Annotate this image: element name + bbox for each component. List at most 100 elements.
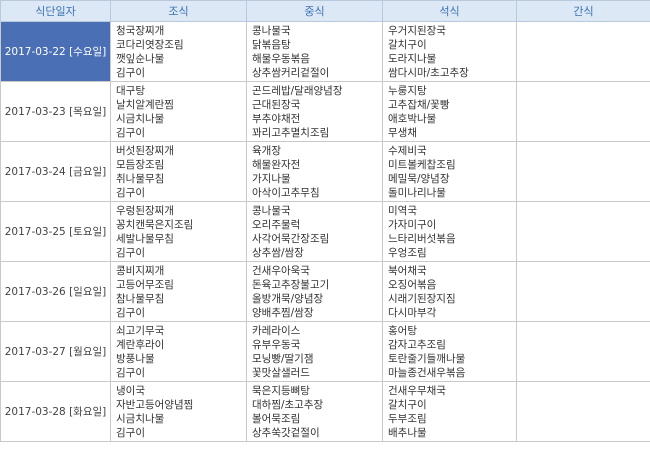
menu-item: 유부우동국 bbox=[252, 338, 301, 351]
breakfast-cell: 버섯된장찌개 모듬장조림 취나물무침 김구이 bbox=[110, 141, 247, 202]
table-row: 2017-03-26 [일요일] 콩비지찌개 고등어무조림 참나물무침 김구이 건새우아욱… bbox=[0, 261, 650, 322]
menu-item: 사각어묵간장조림 bbox=[252, 232, 330, 245]
date-cell[interactable]: 2017-03-27 [월요일] bbox=[0, 321, 111, 382]
menu-item: 카레라이스 bbox=[252, 324, 301, 337]
table-row: 2017-03-24 [금요일] 버섯된장찌개 모듬장조림 취나물무침 김구이 육개장 해물… bbox=[0, 141, 650, 202]
menu-item: 육개장 bbox=[252, 144, 281, 157]
menu-item: 콩비지찌개 bbox=[116, 264, 165, 277]
date-cell[interactable]: 2017-03-26 [일요일] bbox=[0, 261, 111, 322]
menu-item: 쇠고기무국 bbox=[116, 324, 165, 337]
menu-item: 김구이 bbox=[116, 426, 145, 439]
menu-item: 돈육고추장불고기 bbox=[252, 278, 330, 291]
menu-item: 모듬장조림 bbox=[116, 158, 165, 171]
menu-item: 세발나물무침 bbox=[116, 232, 174, 245]
menu-item: 건새우무채국 bbox=[388, 384, 446, 397]
lunch-cell: 콩나물국 오리주물럭 사각어묵간장조림 상추쌈/쌈장 bbox=[246, 201, 383, 262]
dinner-cell: 누룽지탕 고추잡채/꽃빵 애호박나물 무생채 bbox=[382, 81, 517, 142]
menu-item: 마늘종건새우볶음 bbox=[388, 366, 466, 379]
menu-item: 김구이 bbox=[116, 126, 145, 139]
menu-item: 버섯된장찌개 bbox=[116, 144, 174, 157]
meal-table: 식단일자 조식 중식 석식 간식 2017-03-22 [수요일] 청국장찌개 코다… bbox=[0, 0, 650, 442]
menu-item: 참나물무침 bbox=[116, 292, 165, 305]
lunch-cell: 콩나물국 닭볶음탕 해물우동볶음 상추쌈커리겉절이 bbox=[246, 21, 383, 82]
menu-item: 방풍나물 bbox=[116, 352, 155, 365]
table-row: 2017-03-23 [목요일] 대구탕 날치알계란찜 시금치나물 김구이 곤드레밥/달래… bbox=[0, 81, 650, 142]
menu-item: 수제비국 bbox=[388, 144, 427, 157]
lunch-cell: 묵은지등뼈탕 대하찜/초고추장 볼어묵조림 상추쑥갓겉절이 bbox=[246, 381, 383, 442]
table-row: 2017-03-22 [수요일] 청국장찌개 코다리엿장조림 깻잎순나물 김구이 콩나물국… bbox=[0, 21, 650, 82]
menu-item: 해물완자전 bbox=[252, 158, 301, 171]
date-cell[interactable]: 2017-03-25 [토요일] bbox=[0, 201, 111, 262]
snack-cell bbox=[516, 261, 650, 322]
menu-item: 오징어볶음 bbox=[388, 278, 437, 291]
menu-item: 고추잡채/꽃빵 bbox=[388, 98, 450, 111]
menu-item: 자반고등어양념찜 bbox=[116, 398, 194, 411]
date-cell[interactable]: 2017-03-22 [수요일] bbox=[0, 21, 111, 82]
menu-item: 갈치구이 bbox=[388, 398, 427, 411]
menu-item: 누룽지탕 bbox=[388, 84, 427, 97]
menu-item: 두부조림 bbox=[388, 412, 427, 425]
menu-item: 상추쌈/쌈장 bbox=[252, 246, 304, 259]
menu-item: 다시마부각 bbox=[388, 306, 437, 319]
snack-cell bbox=[516, 81, 650, 142]
menu-item: 갈치구이 bbox=[388, 38, 427, 51]
menu-item: 대구탕 bbox=[116, 84, 145, 97]
lunch-cell: 육개장 해물완자전 가지나물 아삭이고추무침 bbox=[246, 141, 383, 202]
menu-item: 부추야채전 bbox=[252, 112, 301, 125]
menu-item: 꽁치캔묵은지조림 bbox=[116, 218, 194, 231]
menu-item: 대하찜/초고추장 bbox=[252, 398, 324, 411]
menu-item: 계란후라이 bbox=[116, 338, 165, 351]
dinner-cell: 홍어탕 감자고추조림 토란줄기들깨나물 마늘종건새우볶음 bbox=[382, 321, 517, 382]
menu-item: 양배추찜/쌈장 bbox=[252, 306, 314, 319]
header-row: 식단일자 조식 중식 석식 간식 bbox=[0, 0, 650, 22]
menu-item: 느타리버섯볶음 bbox=[388, 232, 456, 245]
table-row: 2017-03-28 [화요일] 냉이국 자반고등어양념찜 시금치나물 김구이 묵은지등뼈… bbox=[0, 381, 650, 442]
snack-cell bbox=[516, 21, 650, 82]
date-cell[interactable]: 2017-03-28 [화요일] bbox=[0, 381, 111, 442]
menu-item: 꽃맛살샐러드 bbox=[252, 366, 310, 379]
breakfast-cell: 청국장찌개 코다리엿장조림 깻잎순나물 김구이 bbox=[110, 21, 247, 82]
menu-item: 상추쑥갓겉절이 bbox=[252, 426, 320, 439]
menu-item: 콩나물국 bbox=[252, 24, 291, 37]
menu-item: 코다리엿장조림 bbox=[116, 38, 184, 51]
menu-item: 김구이 bbox=[116, 186, 145, 199]
menu-item: 오리주물럭 bbox=[252, 218, 301, 231]
menu-item: 김구이 bbox=[116, 366, 145, 379]
menu-item: 돌미나리나물 bbox=[388, 186, 446, 199]
header-breakfast: 조식 bbox=[110, 0, 247, 22]
menu-item: 곤드레밥/달래양념장 bbox=[252, 84, 343, 97]
menu-item: 미역국 bbox=[388, 204, 417, 217]
menu-item: 시금치나물 bbox=[116, 112, 165, 125]
menu-item: 김구이 bbox=[116, 246, 145, 259]
meal-table-body: 2017-03-22 [수요일] 청국장찌개 코다리엿장조림 깻잎순나물 김구이 콩나물국… bbox=[0, 21, 650, 442]
menu-item: 꽈리고추멸치조림 bbox=[252, 126, 330, 139]
dinner-cell: 우거지된장국 갈치구이 도라지나물 쌈다시마/초고추장 bbox=[382, 21, 517, 82]
lunch-cell: 곤드레밥/달래양념장 근대된장국 부추야채전 꽈리고추멸치조림 bbox=[246, 81, 383, 142]
header-lunch: 중식 bbox=[246, 0, 383, 22]
header-snack: 간식 bbox=[516, 0, 650, 22]
menu-item: 묵은지등뼈탕 bbox=[252, 384, 310, 397]
menu-item: 모닝빵/딸기잼 bbox=[252, 352, 314, 365]
breakfast-cell: 냉이국 자반고등어양념찜 시금치나물 김구이 bbox=[110, 381, 247, 442]
menu-item: 미트볼케찹조림 bbox=[388, 158, 456, 171]
breakfast-cell: 콩비지찌개 고등어무조림 참나물무침 김구이 bbox=[110, 261, 247, 322]
menu-item: 취나물무침 bbox=[116, 172, 165, 185]
menu-item: 날치알계란찜 bbox=[116, 98, 174, 111]
snack-cell bbox=[516, 321, 650, 382]
date-cell[interactable]: 2017-03-23 [목요일] bbox=[0, 81, 111, 142]
menu-item: 홍어탕 bbox=[388, 324, 417, 337]
menu-item: 메밀묵/양념장 bbox=[388, 172, 450, 185]
menu-item: 청국장찌개 bbox=[116, 24, 165, 37]
header-dinner: 석식 bbox=[382, 0, 517, 22]
menu-item: 우렁된장찌개 bbox=[116, 204, 174, 217]
menu-item: 냉이국 bbox=[116, 384, 145, 397]
menu-item: 올방개묵/양념장 bbox=[252, 292, 324, 305]
menu-item: 콩나물국 bbox=[252, 204, 291, 217]
breakfast-cell: 쇠고기무국 계란후라이 방풍나물 김구이 bbox=[110, 321, 247, 382]
date-cell[interactable]: 2017-03-24 [금요일] bbox=[0, 141, 111, 202]
menu-item: 배추나물 bbox=[388, 426, 427, 439]
menu-item: 깻잎순나물 bbox=[116, 52, 165, 65]
snack-cell bbox=[516, 201, 650, 262]
lunch-cell: 카레라이스 유부우동국 모닝빵/딸기잼 꽃맛살샐러드 bbox=[246, 321, 383, 382]
snack-cell bbox=[516, 381, 650, 442]
